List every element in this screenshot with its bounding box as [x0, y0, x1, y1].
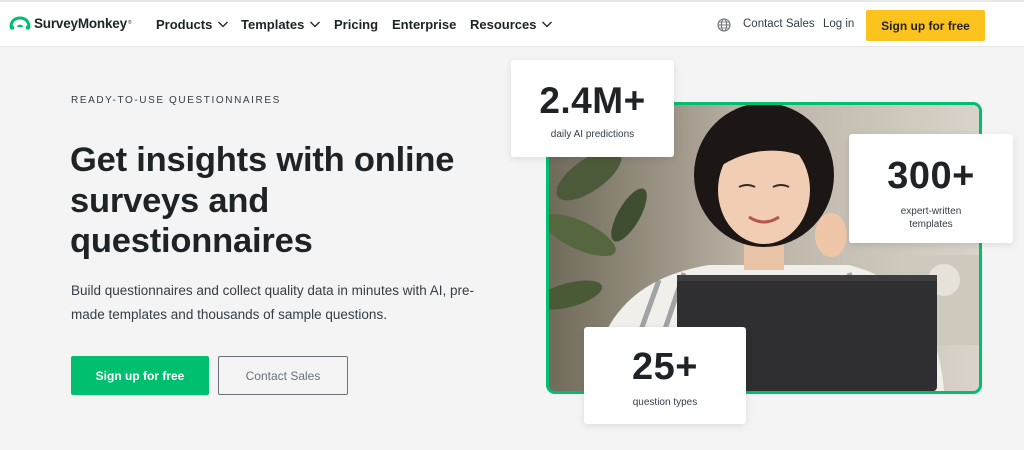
stat-value: 25+ [632, 346, 698, 388]
stat-label: expert-written templates [900, 206, 962, 230]
nav-login-link[interactable]: Log in [823, 18, 854, 30]
stat-card-ai-predictions: 2.4M+ daily AI predictions [511, 60, 674, 157]
chevron-down-icon [542, 21, 553, 28]
stat-label: question types [632, 397, 698, 408]
nav-products[interactable]: Products [156, 14, 229, 34]
brand-name: SurveyMonkey [34, 15, 127, 31]
nav-templates-label: Templates [241, 16, 305, 32]
stat-card-templates: 300+ expert-written templates [849, 134, 1013, 243]
hero-eyebrow: READY-TO-USE QUESTIONNAIRES [71, 95, 281, 106]
nav-enterprise-label: Enterprise [392, 16, 457, 32]
stat-label: daily AI predictions [550, 129, 635, 140]
globe-icon[interactable] [717, 18, 731, 32]
nav-products-label: Products [156, 16, 213, 32]
nav-contact-sales-link[interactable]: Contact Sales [743, 18, 815, 30]
nav-pricing-label: Pricing [334, 16, 379, 32]
brand-trademark: ® [127, 20, 132, 26]
hero-subcopy: Build questionnaires and collect quality… [71, 283, 474, 322]
hero-headline: Get insights with online surveys and que… [70, 141, 455, 260]
surveymonkey-logo-icon [9, 16, 31, 30]
stat-card-question-types: 25+ question types [584, 327, 746, 424]
chevron-down-icon [218, 21, 229, 28]
stat-value: 300+ [887, 155, 975, 197]
brand-logo[interactable]: SurveyMonkey ® [9, 13, 132, 33]
nav-signup-button[interactable]: Sign up for free [866, 10, 985, 41]
nav-enterprise[interactable]: Enterprise [392, 14, 456, 34]
nav-templates[interactable]: Templates [241, 14, 321, 34]
stat-value: 2.4M+ [539, 80, 646, 121]
hero-contact-sales-button[interactable]: Contact Sales [218, 356, 348, 395]
nav-pricing[interactable]: Pricing [334, 14, 378, 34]
chevron-down-icon [310, 21, 321, 28]
nav-resources-label: Resources [470, 16, 537, 32]
hero-signup-button[interactable]: Sign up for free [71, 356, 209, 395]
top-navigation: SurveyMonkey ® Products Templates Pricin… [0, 2, 1024, 47]
nav-resources[interactable]: Resources [470, 14, 553, 34]
